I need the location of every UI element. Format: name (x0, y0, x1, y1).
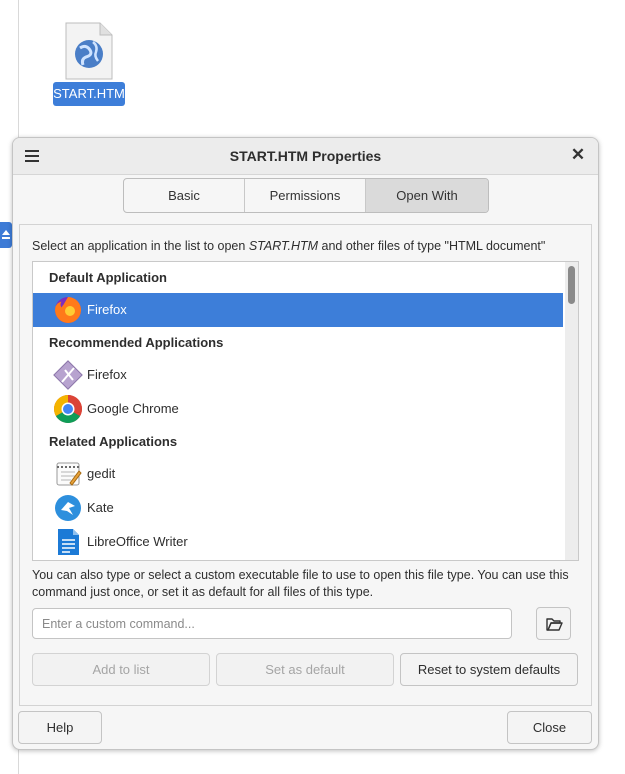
app-label: Google Chrome (87, 401, 179, 416)
app-label: LibreOffice Writer (87, 534, 188, 549)
section-related-applications: Related Applications (49, 434, 178, 449)
side-panel-tab[interactable] (0, 222, 12, 248)
tab-bar: Basic Permissions Open With (123, 178, 489, 213)
list-scrollbar[interactable] (565, 262, 578, 560)
tab-open-with[interactable]: Open With (366, 179, 488, 212)
close-button[interactable]: Close (507, 711, 592, 744)
section-recommended-applications: Recommended Applications (49, 335, 224, 350)
firefox-generic-icon (53, 360, 83, 390)
reset-to-system-defaults-button[interactable]: Reset to system defaults (400, 653, 578, 686)
app-row-gedit[interactable]: gedit (33, 457, 563, 491)
help-button[interactable]: Help (18, 711, 102, 744)
scrollbar-thumb[interactable] (568, 266, 575, 304)
libreoffice-writer-icon (58, 529, 79, 555)
app-label: Firefox (87, 302, 127, 317)
eject-icon (2, 230, 10, 239)
chrome-icon (54, 395, 82, 423)
tab-permissions[interactable]: Permissions (245, 179, 366, 212)
html-file-icon (65, 22, 113, 80)
custom-command-input[interactable] (32, 608, 512, 639)
app-row-firefox[interactable]: Firefox (33, 358, 563, 392)
instruction-text: Select an application in the list to ope… (32, 239, 546, 253)
instruction-filename: START.HTM (248, 239, 319, 253)
folder-open-icon (546, 618, 563, 631)
section-default-application: Default Application (49, 270, 167, 285)
browse-button[interactable] (536, 607, 571, 640)
custom-command-help-text: You can also type or select a custom exe… (32, 568, 569, 599)
app-label: Firefox (87, 367, 127, 382)
app-row-libreoffice-writer[interactable]: LibreOffice Writer (33, 525, 563, 559)
dialog-title: START.HTM Properties (229, 148, 382, 164)
close-icon[interactable]: ✕ (568, 145, 588, 165)
application-list[interactable]: Default Application Firefox Recommended … (32, 261, 579, 561)
app-row-kate[interactable]: Kate (33, 491, 563, 525)
properties-dialog: START.HTM Properties ✕ Basic Permissions… (12, 137, 599, 750)
tab-basic[interactable]: Basic (124, 179, 245, 212)
desktop-file-label[interactable]: START.HTM (53, 82, 125, 106)
set-as-default-button[interactable]: Set as default (216, 653, 394, 686)
kate-icon (55, 495, 81, 521)
app-label: Kate (87, 500, 114, 515)
app-row-google-chrome[interactable]: Google Chrome (33, 392, 563, 426)
firefox-icon (55, 297, 82, 323)
gedit-icon (56, 462, 82, 486)
app-row-firefox-default[interactable]: Firefox (33, 293, 563, 327)
app-label: gedit (87, 466, 116, 481)
dialog-titlebar: START.HTM Properties ✕ (13, 138, 598, 175)
add-to-list-button[interactable]: Add to list (32, 653, 210, 686)
